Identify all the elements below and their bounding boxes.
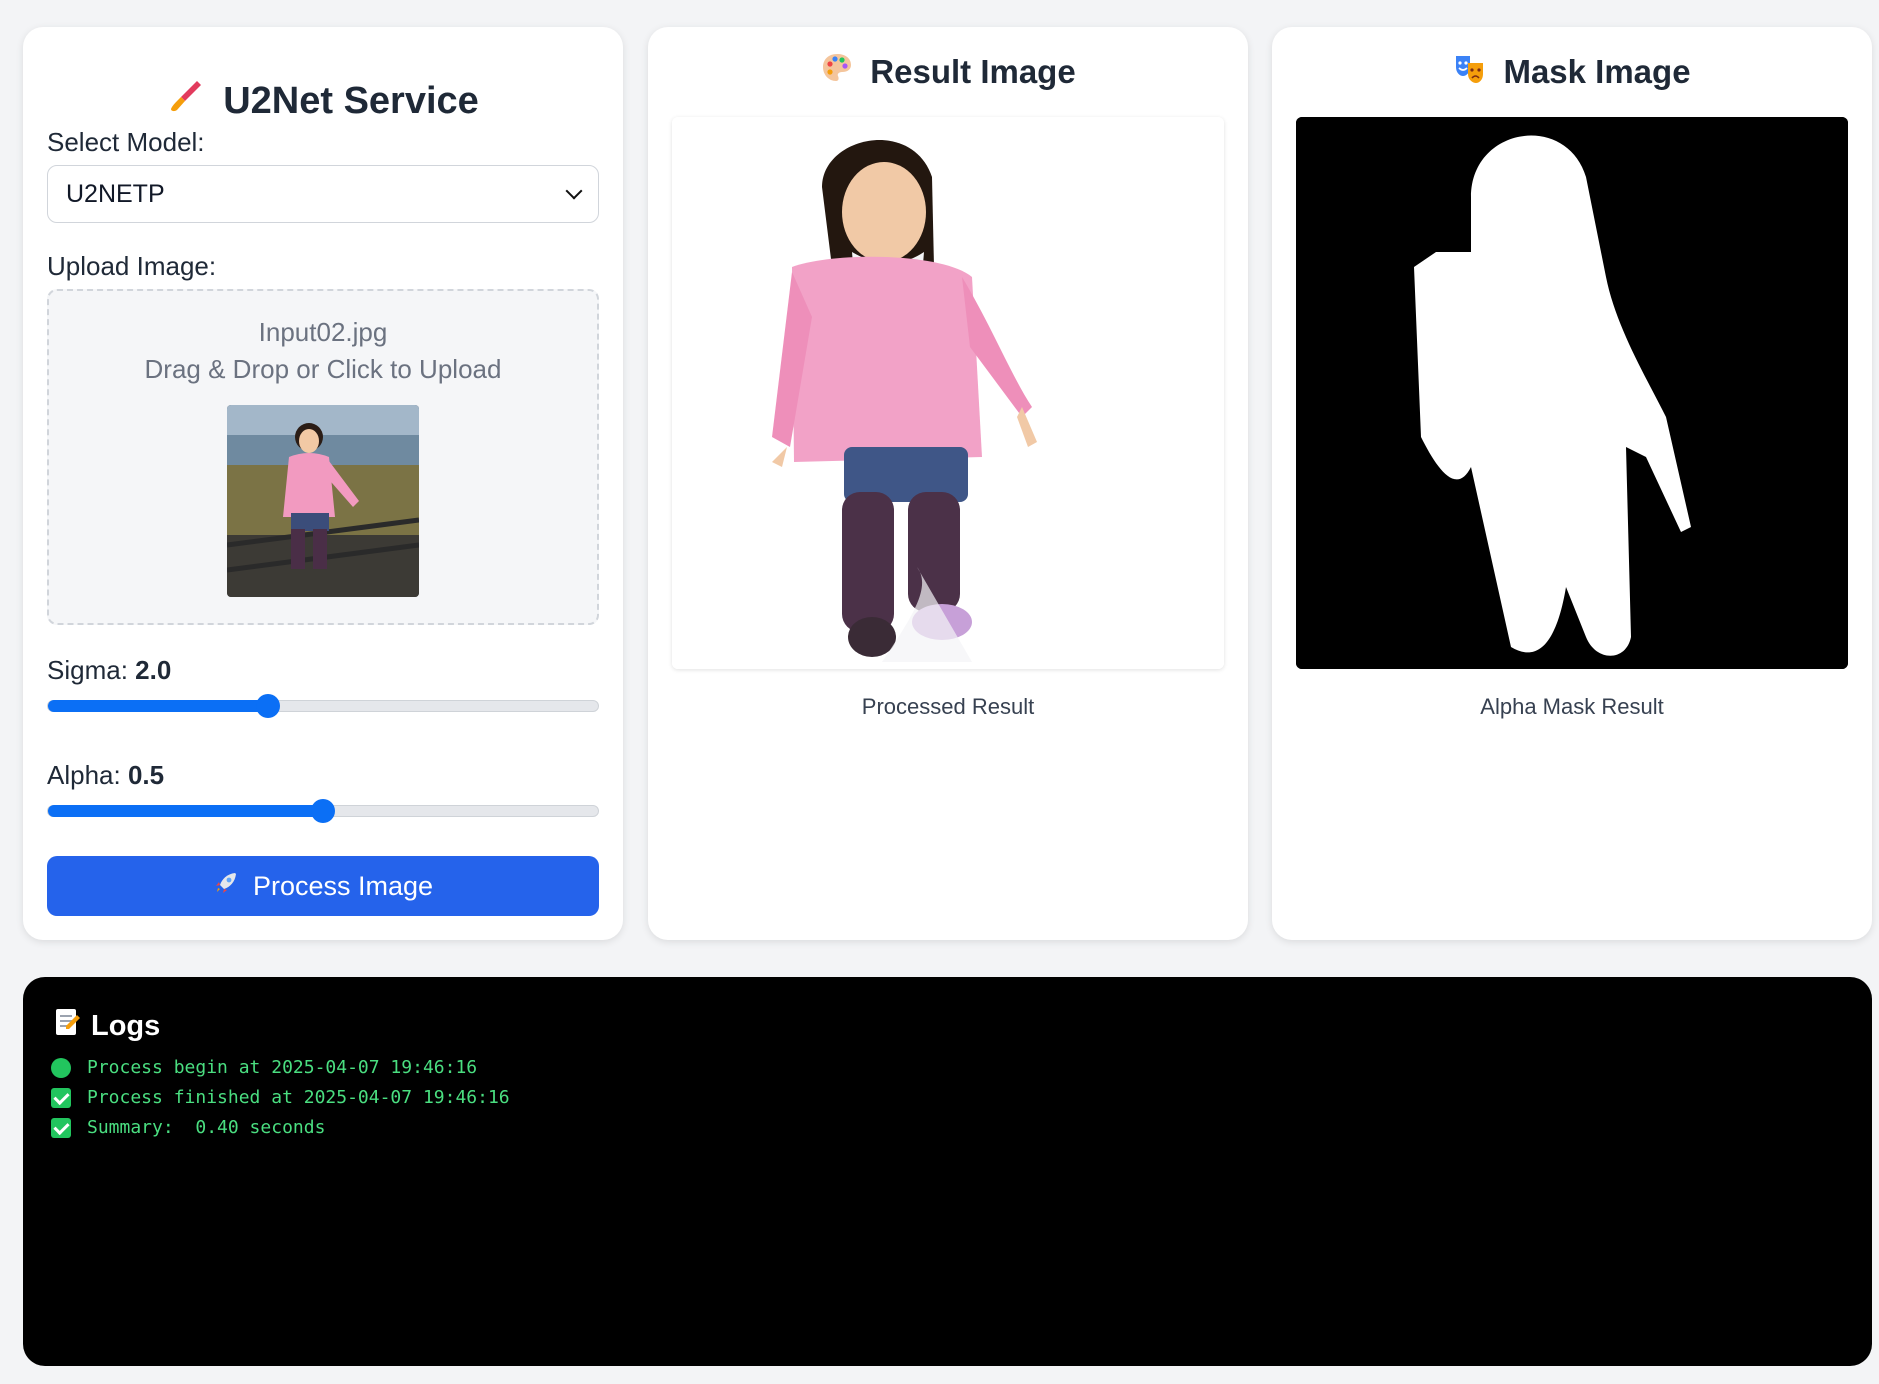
sigma-value: 2.0 xyxy=(135,655,172,685)
alpha-slider-fill xyxy=(48,805,323,817)
alpha-slider[interactable] xyxy=(47,799,599,823)
model-select[interactable]: U2NETP xyxy=(47,165,599,223)
result-title: Result Image xyxy=(648,51,1248,93)
log-line: Summary: 0.40 seconds xyxy=(51,1117,325,1138)
log-line-text: Process begin at 2025-04-07 19:46:16 xyxy=(87,1057,478,1078)
paintbrush-icon xyxy=(167,77,205,125)
sigma-label-text: Sigma: xyxy=(47,655,128,685)
result-title-text: Result Image xyxy=(870,53,1076,90)
sigma-slider-fill xyxy=(48,700,268,712)
upload-dropzone[interactable]: Input02.jpg Drag & Drop or Click to Uplo… xyxy=(47,289,599,625)
mask-panel: Mask Image Alpha Mask Result xyxy=(1272,27,1872,940)
log-line: Process finished at 2025-04-07 19:46:16 xyxy=(51,1087,510,1108)
alpha-label: Alpha: 0.5 xyxy=(47,760,164,791)
upload-filename: Input02.jpg xyxy=(258,317,388,347)
result-image xyxy=(672,117,1224,669)
sigma-slider-thumb[interactable] xyxy=(256,694,280,718)
logs-title-text: Logs xyxy=(91,1009,161,1042)
alpha-slider-thumb[interactable] xyxy=(311,799,335,823)
mask-title-text: Mask Image xyxy=(1503,53,1691,90)
result-panel: Result Image Processed Result xyxy=(648,27,1248,940)
log-line-text: Process finished at 2025-04-07 19:46:16 xyxy=(87,1087,510,1108)
app-title: U2Net Service xyxy=(23,77,623,125)
control-panel: U2Net Service Select Model: U2NETP Uploa… xyxy=(23,27,623,940)
app-title-text: U2Net Service xyxy=(223,79,479,122)
alpha-value: 0.5 xyxy=(127,760,165,790)
alpha-label-text: Alpha: xyxy=(47,760,121,790)
chevron-down-icon xyxy=(565,182,583,200)
upload-hint: Drag & Drop or Click to Upload xyxy=(144,354,502,384)
check-box-icon xyxy=(51,1087,71,1108)
sigma-slider[interactable] xyxy=(47,694,599,718)
result-caption: Processed Result xyxy=(861,694,1035,719)
logs-title: Logs xyxy=(53,1007,160,1045)
green-circle-icon xyxy=(51,1057,71,1078)
logs-panel: Logs Process begin at 2025-04-07 19:46:1… xyxy=(23,977,1872,1366)
upload-label: Upload Image: xyxy=(47,251,217,281)
rocket-icon xyxy=(213,870,239,903)
mask-caption: Alpha Mask Result xyxy=(1480,694,1664,719)
palette-icon xyxy=(820,51,854,93)
check-box-icon xyxy=(51,1117,71,1138)
process-image-button[interactable]: Process Image xyxy=(47,856,599,916)
process-button-label: Process Image xyxy=(252,870,434,901)
log-line: Process begin at 2025-04-07 19:46:16 xyxy=(51,1057,477,1078)
model-label: Select Model: xyxy=(47,127,205,157)
memo-icon xyxy=(53,1007,81,1045)
mask-image xyxy=(1296,117,1848,669)
upload-preview-image xyxy=(227,405,419,597)
log-line-text: Summary: 0.40 seconds xyxy=(87,1117,326,1138)
model-select-value: U2NETP xyxy=(66,179,165,208)
mask-title: Mask Image xyxy=(1272,51,1872,93)
theater-masks-icon xyxy=(1453,51,1487,93)
sigma-label: Sigma: 2.0 xyxy=(47,655,171,686)
